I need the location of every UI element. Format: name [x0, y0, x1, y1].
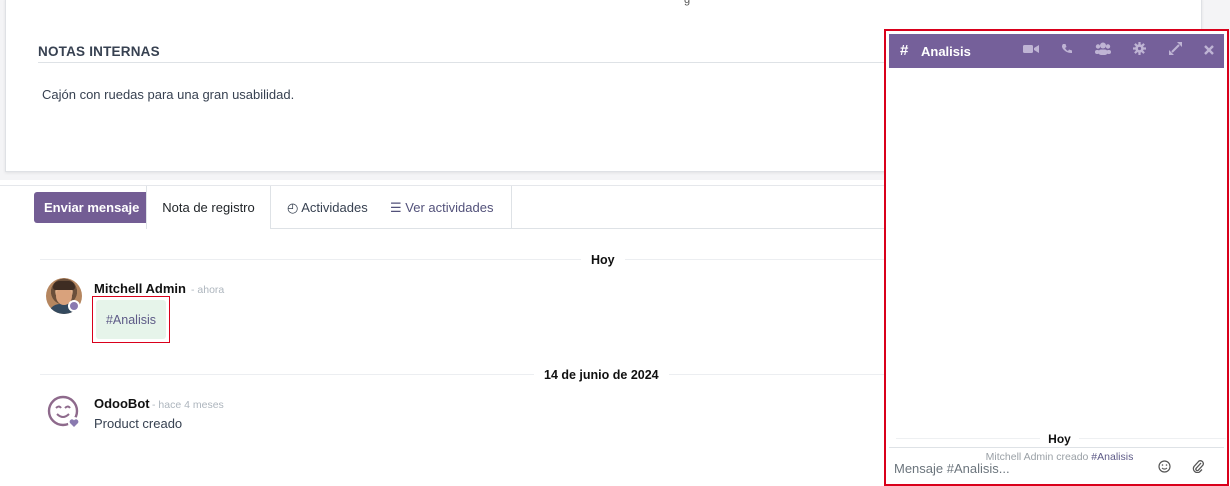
activities-label: Actividades — [301, 200, 368, 215]
log-note-tab[interactable]: Nota de registro — [146, 186, 271, 229]
message-time: - ahora — [191, 284, 225, 296]
message-time: - hace 4 meses — [152, 399, 224, 411]
chat-window: # Analisis Hoy Mitchell Admin creado #An… — [884, 29, 1229, 486]
activities-button[interactable]: ◴ Actividades — [287, 200, 368, 216]
view-activities-button[interactable]: ☰ Ver actividades — [390, 200, 493, 216]
chat-message-input[interactable] — [894, 456, 1144, 480]
emoji-icon[interactable] — [1158, 460, 1171, 476]
video-icon[interactable] — [1022, 42, 1040, 60]
view-activities-label: Ver actividades — [405, 200, 494, 215]
gear-icon[interactable] — [1130, 42, 1148, 60]
message-author[interactable]: OdooBot — [94, 396, 150, 411]
chat-date-separator: Hoy — [889, 432, 1230, 446]
date-separator-line — [40, 374, 885, 375]
online-status-icon — [68, 300, 80, 312]
form-text-fragment: g — [684, 0, 691, 6]
phone-icon[interactable] — [1058, 42, 1076, 60]
notes-text[interactable]: Cajón con ruedas para una gran usabilida… — [42, 87, 294, 102]
toolbar-separator — [511, 186, 512, 229]
channel-link[interactable]: #Analisis — [96, 300, 166, 339]
channel-hash-icon: # — [900, 42, 909, 59]
message-author[interactable]: Mitchell Admin — [94, 281, 186, 296]
chat-message-area[interactable]: Hoy Mitchell Admin creado #Analisis — [889, 68, 1226, 463]
avatar-hair — [53, 281, 75, 290]
users-icon[interactable] — [1094, 42, 1112, 60]
message-highlight-box: #Analisis — [92, 296, 170, 343]
message-body: Product creado — [94, 416, 183, 431]
odoobot-avatar-icon[interactable] — [46, 394, 82, 430]
toolbar-bottom-border — [271, 228, 885, 229]
clock-icon: ◴ — [287, 200, 299, 215]
notes-section-title: NOTAS INTERNAS — [38, 44, 160, 59]
date-separator-line — [40, 259, 885, 260]
date-separator-older: 14 de junio de 2024 — [534, 368, 669, 382]
chat-window-header[interactable]: # Analisis — [889, 34, 1224, 68]
paperclip-icon[interactable] — [1192, 459, 1204, 476]
send-message-button[interactable]: Enviar mensaje — [34, 192, 150, 223]
composer-divider — [889, 447, 1224, 448]
chat-window-title[interactable]: Analisis — [921, 44, 971, 59]
date-separator-today: Hoy — [581, 253, 625, 267]
list-icon: ☰ — [390, 200, 402, 215]
notes-divider — [38, 62, 898, 63]
expand-icon[interactable] — [1166, 42, 1184, 60]
chatter-divider — [0, 185, 885, 186]
close-icon[interactable] — [1200, 42, 1218, 60]
